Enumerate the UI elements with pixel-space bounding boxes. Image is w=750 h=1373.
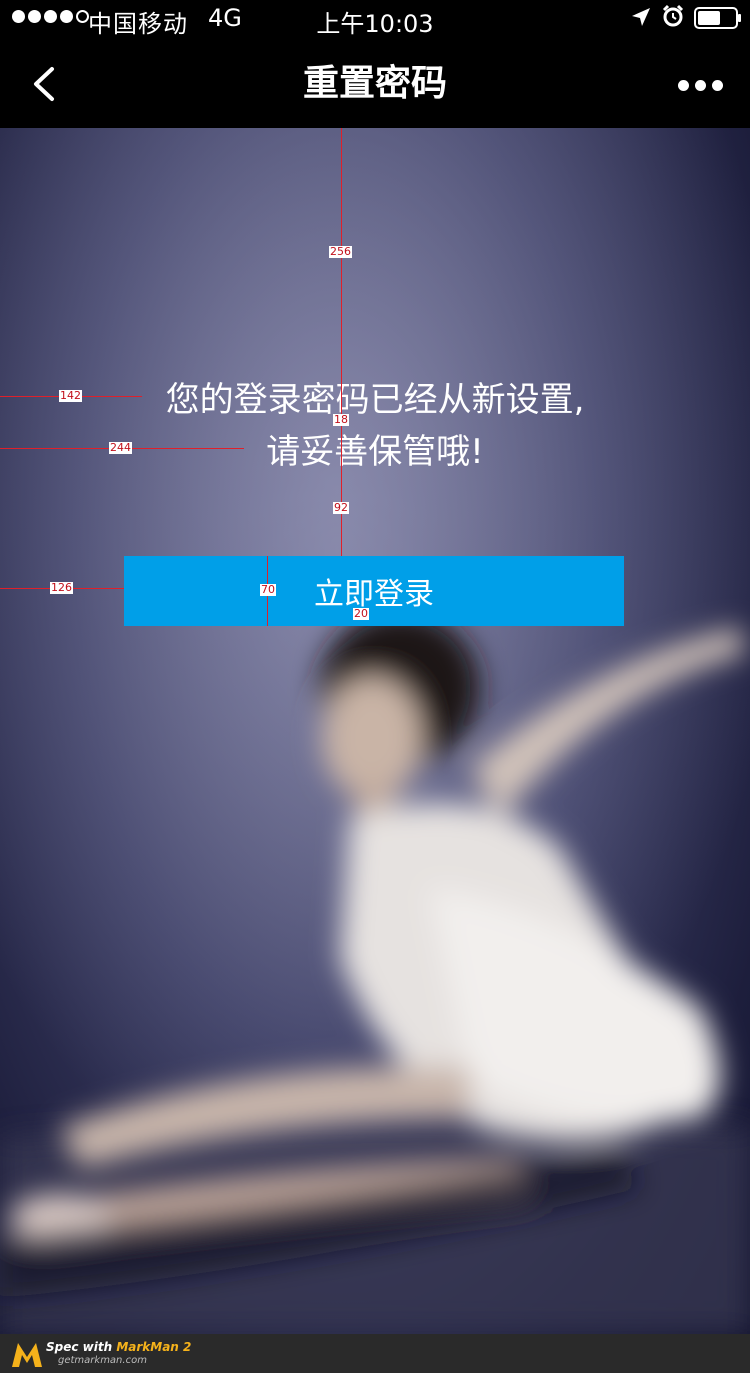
more-button[interactable] [670,70,730,100]
status-bar: 中国移动 4G 上午10:03 [0,0,750,40]
annotation-top-gap: 256 [329,245,352,258]
alarm-icon [662,4,684,27]
annotation-left-line1: 142 [59,389,82,402]
footer-spec-text: Spec with [46,1340,117,1354]
more-icon [677,79,689,91]
page-title: 重置密码 [302,63,447,104]
footer-url: getmarkman.com [58,1355,147,1366]
footer-title: Spec with MarkMan 2 [46,1340,191,1354]
navigation-bar: 重置密码 [0,40,750,128]
location-icon [632,8,650,26]
annotation-left-line2: 244 [109,441,132,454]
message-line-1: 您的登录密码已经从新设置, [165,380,585,420]
annotation-text-offset: 20 [353,607,369,620]
annotation-line-gap: 18 [333,413,349,426]
login-now-button[interactable]: 立即登录 [124,556,624,626]
annotation-text-button-gap: 92 [333,501,349,514]
reset-success-message: 您的登录密码已经从新设置, 请妥善保管哦! [0,374,750,478]
ballerina-photo [0,128,750,1334]
phone-screen: 中国移动 4G 上午10:03 重置密码 您的登录密码已经从新设置, 请妥善保管… [0,0,750,1373]
markman-logo [12,1343,42,1367]
markman-footer: Spec with MarkMan 2 getmarkman.com [0,1334,750,1373]
footer-brand: MarkMan 2 [116,1340,192,1354]
background-photo: 您的登录密码已经从新设置, 请妥善保管哦! 立即登录 256 142 18 24… [0,128,750,1334]
annotation-button-height: 70 [260,583,276,596]
annotation-button-left: 126 [50,581,73,594]
annotation-line-top [341,128,342,556]
battery-icon [694,7,741,29]
